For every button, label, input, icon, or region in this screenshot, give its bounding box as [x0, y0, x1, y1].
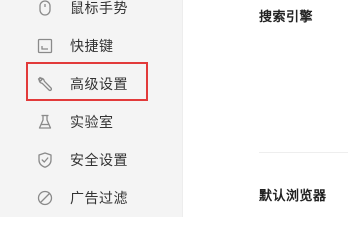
sidebar-item-label: 鼠标手势 — [70, 1, 128, 17]
sidebar-item-label: 高级设置 — [70, 77, 128, 93]
sidebar-item-lab[interactable]: 实验室 — [0, 104, 182, 140]
sidebar-item-label: 实验室 — [70, 115, 114, 131]
section-title-search-engine: 搜索引擎 — [259, 10, 314, 25]
sidebar-item-shortcuts[interactable]: 快捷键 — [0, 28, 182, 64]
sidebar-item-ad-filter[interactable]: 广告过滤 — [0, 180, 182, 216]
sidebar-item-security-settings[interactable]: 安全设置 — [0, 142, 182, 178]
sidebar-item-advanced-settings[interactable]: 高级设置 — [0, 62, 182, 102]
shield-check-icon — [36, 151, 54, 169]
settings-sidebar: 鼠标手势 快捷键 高级设置 实验室 安全设置 广告过滤 — [0, 0, 183, 217]
keyboard-icon — [36, 37, 54, 55]
sidebar-item-mouse-gestures[interactable]: 鼠标手势 — [0, 0, 182, 26]
block-icon — [36, 189, 54, 207]
section-title-default-browser: 默认浏览器 — [259, 189, 327, 204]
mouse-icon — [36, 0, 54, 17]
sidebar-item-label: 安全设置 — [70, 153, 128, 169]
flask-icon — [36, 113, 54, 131]
wrench-icon — [36, 75, 54, 93]
sidebar-item-label: 快捷键 — [70, 39, 114, 55]
sidebar-item-label: 广告过滤 — [70, 191, 128, 207]
section-divider — [259, 152, 348, 153]
settings-content: 搜索引擎 默认浏览器 — [183, 0, 348, 217]
